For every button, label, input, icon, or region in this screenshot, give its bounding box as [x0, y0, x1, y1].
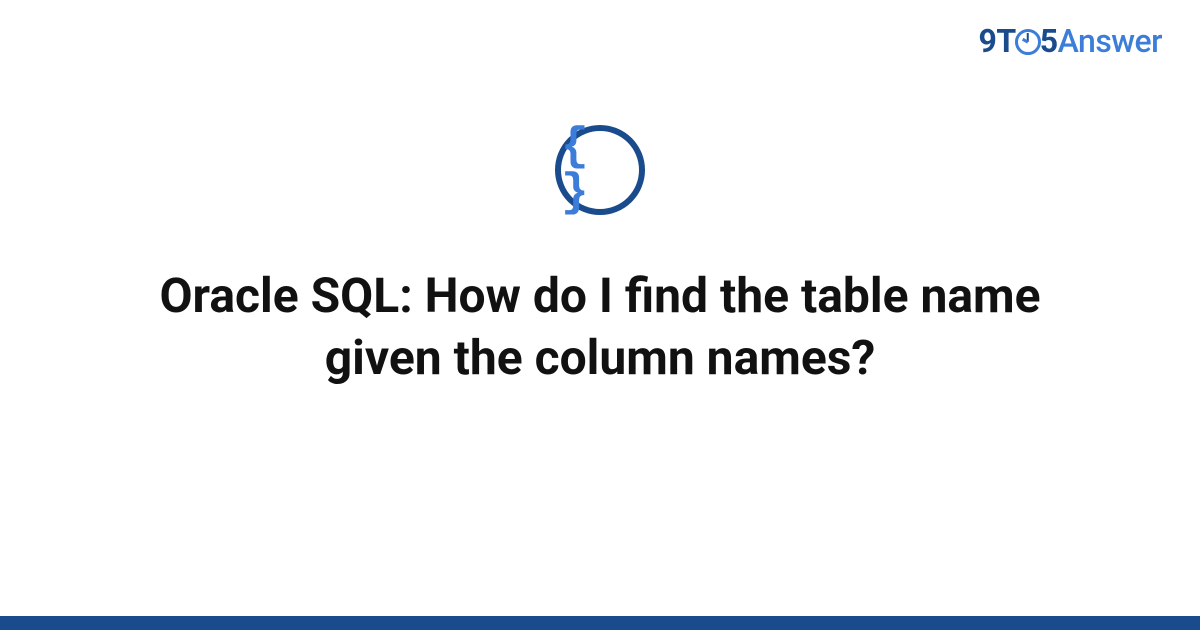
- main-content: { } Oracle SQL: How do I find the table …: [0, 125, 1200, 390]
- clock-icon: [1015, 29, 1041, 55]
- code-braces-icon: { }: [561, 124, 639, 216]
- logo-five: 5: [1040, 22, 1058, 60]
- category-icon-circle: { }: [555, 125, 645, 215]
- logo-nine: 9: [979, 22, 997, 60]
- question-title: Oracle SQL: How do I find the table name…: [140, 265, 1060, 390]
- logo-t: T: [996, 22, 1015, 60]
- logo-answer: Answer: [1058, 22, 1162, 60]
- site-logo: 9T5Answer: [979, 22, 1162, 60]
- footer-accent-bar: [0, 616, 1200, 630]
